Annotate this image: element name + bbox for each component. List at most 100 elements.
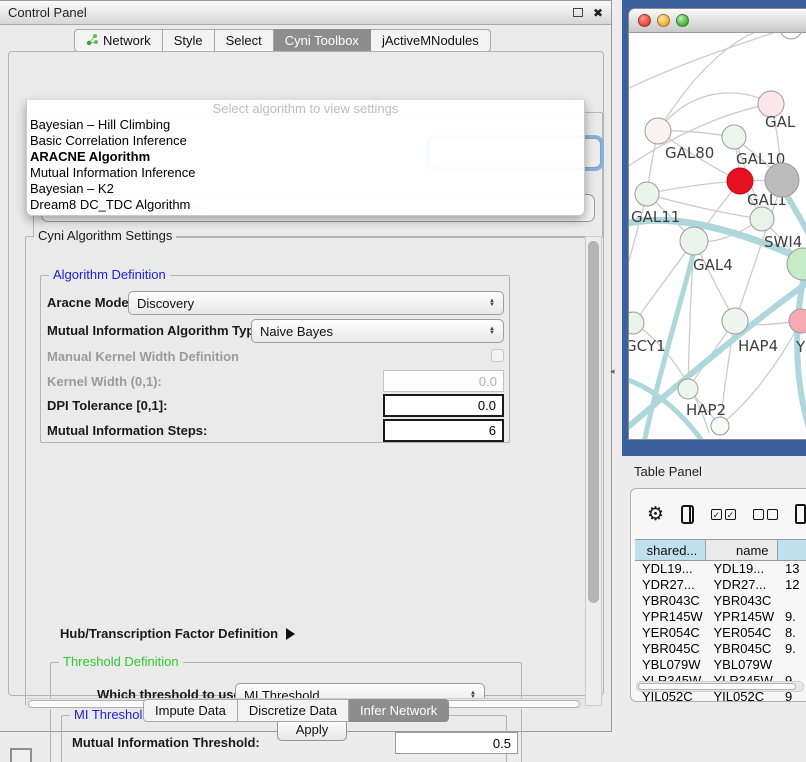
network-node[interactable] [780, 33, 802, 39]
cyni-algorithm-settings-group: Cyni Algorithm Settings Algorithm Defini… [25, 236, 591, 706]
tab-style[interactable]: Style [163, 29, 215, 52]
table-cell [778, 657, 806, 673]
column-header[interactable] [778, 540, 806, 560]
mi-type-value: Naive Bayes [260, 324, 333, 339]
network-graph: GALGAL80GAL10GAL1GAL11SWI4GAL4GCY1HAP4YH… [629, 33, 806, 440]
float-window-icon[interactable] [573, 8, 583, 17]
network-panel-frame: GALGAL80GAL10GAL1GAL11SWI4GAL4GCY1HAP4YH… [622, 0, 806, 456]
mi-threshold-field[interactable]: 0.5 [395, 732, 518, 754]
table-row[interactable]: YBL079WYBL079W [635, 657, 806, 673]
export-table-icon[interactable] [795, 504, 806, 524]
tab-label: Style [174, 33, 203, 48]
table-row[interactable]: YBR045CYBR045C9. [635, 641, 806, 657]
table-cell: YBL079W [635, 657, 707, 673]
network-node-gal10[interactable] [722, 125, 746, 149]
hub-definition-toggle[interactable]: Hub/Transcription Factor Definition [60, 626, 295, 641]
network-node-gal11[interactable] [635, 182, 659, 206]
network-node[interactable] [750, 207, 774, 231]
mi-threshold-label: Mutual Information Threshold: [72, 735, 260, 750]
mi-steps-field[interactable]: 6 [383, 419, 504, 442]
table-cell: YBR045C [707, 641, 779, 657]
desktop: Control Panel ✖ Network Style SelectCyni T… [0, 0, 806, 762]
control-panel-titlebar[interactable]: Control Panel ✖ [0, 1, 611, 25]
column-header[interactable]: name [706, 540, 777, 560]
network-node[interactable] [765, 163, 799, 197]
network-node[interactable] [711, 417, 729, 435]
node-label: SWI4 [764, 233, 802, 251]
columns-icon[interactable] [681, 505, 694, 524]
table-toolbar: ⚙ ✓✓ [631, 495, 806, 533]
network-node-gal4[interactable] [680, 227, 708, 255]
table-cell: YPR145W [635, 609, 707, 625]
algorithm-option[interactable]: Bayesian – Hill Climbing [27, 117, 584, 133]
table-row[interactable]: YPR145WYPR145W9. [635, 609, 806, 625]
combo-arrows-icon: ▲▼ [483, 327, 495, 335]
close-traffic-light[interactable] [638, 14, 651, 27]
scrollbar-thumb[interactable] [588, 241, 599, 603]
table-cell: YBR043C [635, 593, 707, 609]
node-label: Y [795, 338, 806, 356]
minimize-traffic-light[interactable] [657, 14, 670, 27]
table-row[interactable]: YDL19...YDL19...13 [635, 561, 806, 577]
tab-select[interactable]: Select [215, 29, 274, 52]
panel-collapse-arrow[interactable]: ◂ [610, 366, 615, 377]
dpi-tolerance-field[interactable]: 0.0 [383, 394, 504, 417]
hub-definition-label: Hub/Transcription Factor Definition [60, 626, 278, 641]
network-node-gal80[interactable] [645, 118, 671, 144]
zoom-traffic-light[interactable] [676, 14, 689, 27]
aracne-mode-combo[interactable]: Discovery ▲▼ [128, 291, 504, 315]
settings-vertical-scrollbar[interactable] [585, 236, 602, 706]
tab-label: Network [103, 33, 151, 48]
tab-network[interactable]: Network [74, 29, 163, 52]
column-header[interactable]: shared... [635, 540, 706, 560]
control-panel-content: Inference Algorithm gal-filtered sif def… [8, 51, 604, 696]
minimized-widget[interactable] [10, 748, 32, 762]
network-icon [86, 33, 99, 49]
network-canvas[interactable]: GALGAL80GAL10GAL1GAL11SWI4GAL4GCY1HAP4YH… [629, 33, 806, 440]
table-horizontal-scrollbar[interactable] [636, 681, 804, 692]
checked-box-icon: ✓ [725, 509, 736, 520]
checked-box-icon: ✓ [711, 509, 722, 520]
node-label: HAP4 [738, 337, 778, 355]
mi-type-combo[interactable]: Naive Bayes ▲▼ [251, 319, 504, 343]
table-row[interactable]: YER054CYER054C8. [635, 625, 806, 641]
network-node-y[interactable] [789, 309, 806, 333]
network-window-titlebar[interactable] [629, 9, 806, 33]
mi-steps-value: 6 [489, 423, 496, 438]
table-row[interactable]: YDR27...YDR27...12 [635, 577, 806, 593]
apply-button-label: Apply [296, 722, 329, 737]
aracne-mode-label: Aracne Mode: [47, 295, 133, 310]
cyni-bottom-tabs: Impute DataDiscretize DataInfer Network [143, 699, 449, 722]
tab-jactivemnodules[interactable]: jActiveMNodules [371, 29, 491, 52]
network-node-hap4[interactable] [722, 308, 748, 334]
deselect-all-columns-icon[interactable] [753, 509, 778, 520]
mi-steps-label: Mutual Information Steps: [47, 423, 207, 438]
table-cell: 8. [778, 625, 806, 641]
algorithm-option[interactable]: Dream8 DC_TDC Algorithm [27, 197, 584, 213]
algorithm-option[interactable]: ARACNE Algorithm [27, 149, 584, 165]
node-label: GAL80 [665, 144, 714, 162]
tab-impute-data[interactable]: Impute Data [143, 699, 238, 722]
scrollbar-thumb[interactable] [638, 683, 796, 690]
network-node-hap2[interactable] [678, 379, 698, 399]
control-panel-title: Control Panel [8, 5, 87, 20]
tab-infer-network[interactable]: Infer Network [349, 699, 449, 722]
dpi-tolerance-value: 0.0 [478, 398, 496, 413]
table-row[interactable]: YBR043CYBR043C [635, 593, 806, 609]
dpi-tolerance-label: DPI Tolerance [0,1]: [47, 398, 167, 413]
tab-label: jActiveMNodules [382, 33, 479, 48]
select-all-columns-icon[interactable]: ✓✓ [711, 509, 736, 520]
gear-icon[interactable]: ⚙ [647, 505, 664, 524]
algorithm-option[interactable]: Bayesian – K2 [27, 181, 584, 197]
algorithm-option[interactable]: Mutual Information Inference [27, 165, 584, 181]
node-label: HAP2 [686, 401, 726, 419]
tab-discretize-data[interactable]: Discretize Data [238, 699, 349, 722]
tab-cyni-toolbox[interactable]: Cyni Toolbox [274, 29, 371, 52]
manual-kernel-checkbox [491, 349, 504, 362]
algorithm-option[interactable]: Basic Correlation Inference [27, 133, 584, 149]
threshold-definition-title: Threshold Definition [59, 654, 183, 669]
close-icon[interactable]: ✖ [593, 6, 603, 20]
network-node-gcy1[interactable] [629, 312, 644, 334]
kernel-width-field: 0.0 [383, 370, 504, 392]
table-cell: YER054C [707, 625, 779, 641]
